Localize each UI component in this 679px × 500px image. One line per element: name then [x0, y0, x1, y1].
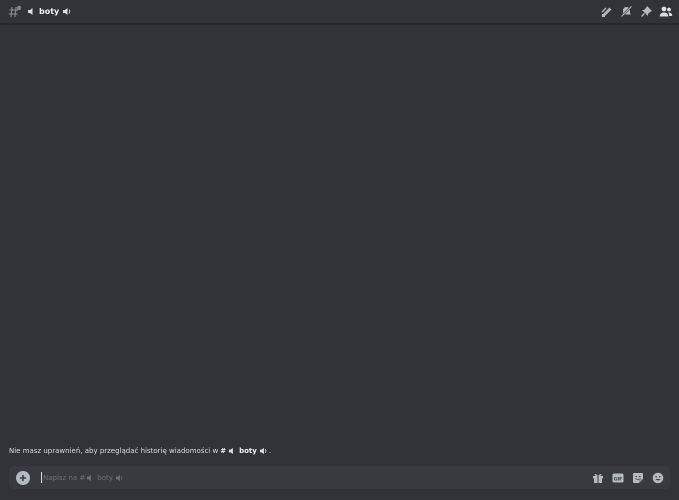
plus-icon — [20, 474, 26, 481]
header-toolbar — [599, 4, 673, 18]
emoji-icon[interactable] — [652, 472, 664, 484]
speaker-icon — [62, 7, 72, 17]
message-list — [0, 25, 679, 457]
message-input[interactable]: Napisz na # boty — [41, 466, 592, 489]
speaker-icon — [85, 473, 95, 483]
threads-icon[interactable] — [599, 4, 613, 18]
speaker-icon — [26, 7, 36, 17]
placeholder-channel: boty — [97, 473, 113, 482]
notice-hash: # — [220, 447, 227, 455]
gift-icon[interactable] — [592, 472, 604, 484]
sticker-icon[interactable] — [632, 472, 644, 484]
notice-end: . — [268, 447, 272, 455]
discord-channel-view: boty Nie masz uprawnień, aby przeglądać … — [0, 0, 679, 500]
gif-label: GIF — [614, 476, 623, 482]
notice-channel-name[interactable]: boty — [239, 447, 257, 455]
notice-text: Nie masz uprawnień, aby przeglądać histo… — [9, 447, 219, 455]
message-placeholder: Napisz na # boty — [43, 473, 125, 483]
member-list-icon[interactable] — [659, 4, 673, 18]
pin-icon[interactable] — [639, 4, 653, 18]
mute-icon[interactable] — [619, 4, 633, 18]
text-channel-icon — [8, 5, 22, 19]
no-permission-notice: Nie masz uprawnień, aby przeglądać histo… — [9, 445, 271, 457]
speaker-icon — [227, 446, 237, 456]
speaker-icon — [259, 446, 269, 456]
speaker-icon — [115, 473, 125, 483]
gif-icon[interactable]: GIF — [612, 472, 624, 484]
message-composer: Napisz na # boty GIF — [9, 466, 670, 489]
text-caret — [41, 472, 42, 483]
placeholder-prefix: Napisz na # — [43, 473, 86, 482]
add-attachment-button[interactable] — [16, 470, 30, 485]
channel-name: boty — [39, 6, 60, 16]
channel-header: boty — [0, 0, 679, 24]
composer-tools: GIF — [592, 472, 664, 484]
